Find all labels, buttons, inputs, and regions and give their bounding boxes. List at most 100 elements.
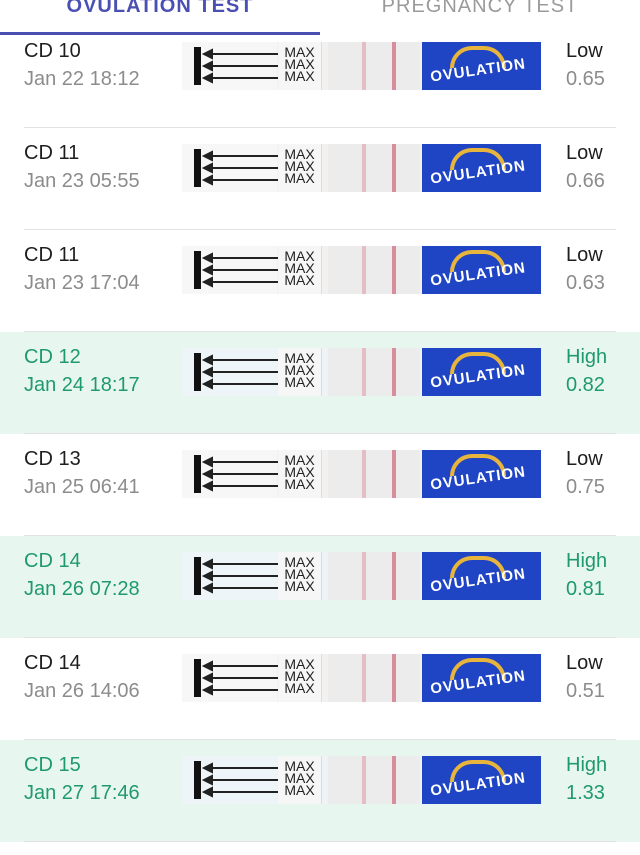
strip-brand-label: OVULATION [422, 654, 541, 702]
strip-brand-label: OVULATION [422, 144, 541, 192]
test-timestamp: Jan 26 14:06 [24, 680, 140, 702]
dip-arrows-icon [202, 48, 280, 84]
max-line-marker: MAX MAX MAX [278, 552, 322, 600]
lh-ratio-value: 0.51 [566, 680, 605, 702]
lh-ratio-value: 0.81 [566, 578, 605, 600]
test-timestamp: Jan 22 18:12 [24, 68, 140, 90]
lh-ratio-value: 0.75 [566, 476, 605, 498]
strip-grip-bar [194, 47, 201, 85]
lh-level-label: Low [566, 40, 603, 62]
lh-level-label: Low [566, 448, 603, 470]
strip-grip-bar [194, 761, 201, 799]
dip-arrows-icon [202, 762, 280, 798]
test-strip-image: MAX MAX MAX OVULATION [182, 756, 541, 804]
cycle-day-label: CD 14 [24, 550, 81, 572]
test-timestamp: Jan 26 07:28 [24, 578, 140, 600]
max-line-marker: MAX MAX MAX [278, 348, 322, 396]
lh-ratio-value: 1.33 [566, 782, 605, 804]
control-line [392, 144, 396, 192]
test-result-row[interactable]: CD 14 Jan 26 14:06 Low 0.51 MAX MAX MAX OVULATI… [0, 638, 640, 740]
test-line [362, 42, 366, 90]
result-window [328, 450, 420, 498]
max-text: MAX [284, 578, 315, 594]
lh-level-label: Low [566, 652, 603, 674]
strip-brand-label: OVULATION [422, 756, 541, 804]
control-line [392, 246, 396, 294]
result-window [328, 246, 420, 294]
strip-grip-bar [194, 149, 201, 187]
control-line [392, 42, 396, 90]
control-line [392, 348, 396, 396]
test-line [362, 756, 366, 804]
test-result-row[interactable]: CD 10 Jan 22 18:12 Low 0.65 MAX MAX MAX OVULATI… [0, 26, 640, 128]
max-line-marker: MAX MAX MAX [278, 654, 322, 702]
test-timestamp: Jan 23 17:04 [24, 272, 140, 294]
lh-level-label: Low [566, 244, 603, 266]
test-line [362, 144, 366, 192]
test-line [362, 246, 366, 294]
max-text: MAX [284, 680, 315, 696]
test-strip-image: MAX MAX MAX OVULATION [182, 42, 541, 90]
max-text: MAX [284, 68, 315, 84]
strip-grip-bar [194, 455, 201, 493]
dip-arrows-icon [202, 252, 280, 288]
active-tab-indicator [0, 32, 320, 35]
strip-grip-bar [194, 659, 201, 697]
cycle-day-label: CD 12 [24, 346, 81, 368]
tab-ovulation-test[interactable]: OVULATION TEST [0, 0, 320, 20]
test-strip-image: MAX MAX MAX OVULATION [182, 654, 541, 702]
result-window [328, 654, 420, 702]
test-timestamp: Jan 27 17:46 [24, 782, 140, 804]
lh-ratio-value: 0.82 [566, 374, 605, 396]
strip-grip-bar [194, 251, 201, 289]
control-line [392, 654, 396, 702]
test-timestamp: Jan 24 18:17 [24, 374, 140, 396]
strip-brand-label: OVULATION [422, 348, 541, 396]
row-divider [24, 841, 616, 842]
strip-grip-bar [194, 353, 201, 391]
strip-brand-label: OVULATION [422, 450, 541, 498]
test-strip-image: MAX MAX MAX OVULATION [182, 144, 541, 192]
max-line-marker: MAX MAX MAX [278, 246, 322, 294]
test-line [362, 348, 366, 396]
strip-grip-bar [194, 557, 201, 595]
dip-arrows-icon [202, 150, 280, 186]
test-strip-image: MAX MAX MAX OVULATION [182, 246, 541, 294]
cycle-day-label: CD 15 [24, 754, 81, 776]
lh-level-label: High [566, 346, 608, 368]
dip-arrows-icon [202, 660, 280, 696]
cycle-day-label: CD 13 [24, 448, 81, 470]
test-line [362, 450, 366, 498]
strip-brand-label: OVULATION [422, 42, 541, 90]
test-result-row[interactable]: CD 15 Jan 27 17:46 High 1.33 MAX MAX MAX OVULAT… [0, 740, 640, 842]
test-line [362, 654, 366, 702]
max-line-marker: MAX MAX MAX [278, 42, 322, 90]
max-text: MAX [284, 476, 315, 492]
test-strip-image: MAX MAX MAX OVULATION [182, 450, 541, 498]
strip-brand-label: OVULATION [422, 552, 541, 600]
result-window [328, 144, 420, 192]
result-window [328, 42, 420, 90]
tab-pregnancy-test[interactable]: PREGNANCY TEST [320, 0, 640, 20]
result-window [328, 756, 420, 804]
max-line-marker: MAX MAX MAX [278, 144, 322, 192]
cycle-day-label: CD 10 [24, 40, 81, 62]
test-line [362, 552, 366, 600]
control-line [392, 756, 396, 804]
cycle-day-label: CD 14 [24, 652, 81, 674]
lh-ratio-value: 0.63 [566, 272, 605, 294]
test-result-row[interactable]: CD 11 Jan 23 17:04 Low 0.63 MAX MAX MAX OVULATI… [0, 230, 640, 332]
max-text: MAX [284, 170, 315, 186]
test-type-tabs: OVULATION TEST PREGNANCY TEST [0, 0, 640, 36]
test-result-row[interactable]: CD 11 Jan 23 05:55 Low 0.66 MAX MAX MAX OVULATI… [0, 128, 640, 230]
lh-ratio-value: 0.65 [566, 68, 605, 90]
test-timestamp: Jan 23 05:55 [24, 170, 140, 192]
test-result-row[interactable]: CD 13 Jan 25 06:41 Low 0.75 MAX MAX MAX OVULATI… [0, 434, 640, 536]
lh-ratio-value: 0.66 [566, 170, 605, 192]
cycle-day-label: CD 11 [24, 244, 80, 266]
test-result-row[interactable]: CD 14 Jan 26 07:28 High 0.81 MAX MAX MAX OVULAT… [0, 536, 640, 638]
test-result-row[interactable]: CD 12 Jan 24 18:17 High 0.82 MAX MAX MAX OVULAT… [0, 332, 640, 434]
test-timestamp: Jan 25 06:41 [24, 476, 140, 498]
control-line [392, 450, 396, 498]
result-window [328, 552, 420, 600]
